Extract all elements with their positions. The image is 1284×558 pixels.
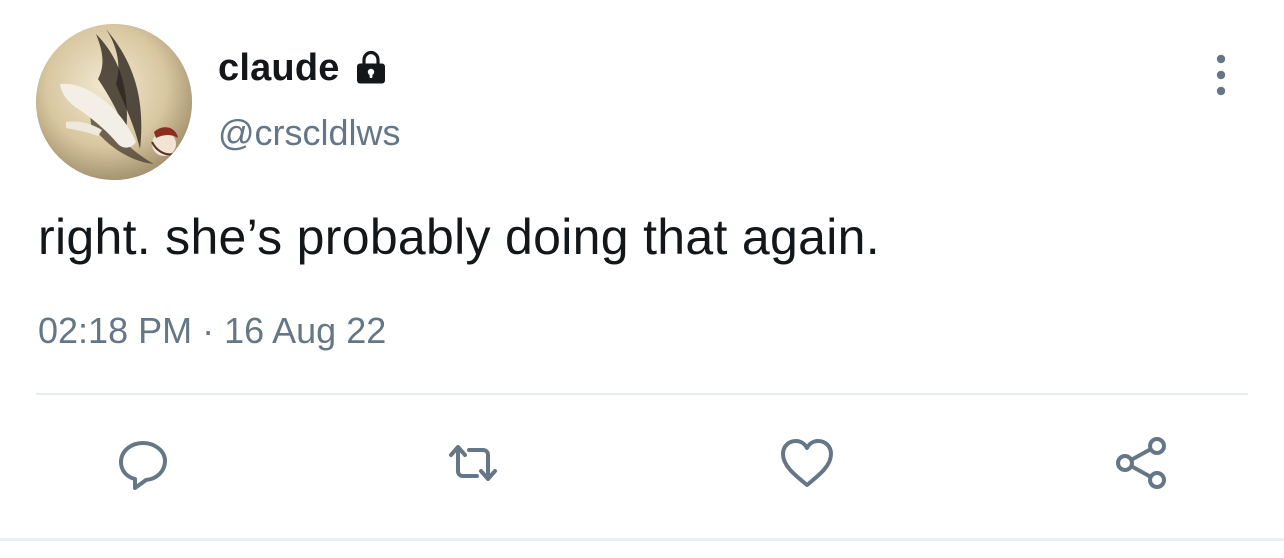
meta-separator: · xyxy=(192,310,225,351)
more-vertical-icon[interactable] xyxy=(1204,52,1238,98)
avatar-illustration xyxy=(36,24,192,180)
action-bar xyxy=(0,430,1284,500)
user-handle[interactable]: @crscldlws xyxy=(218,112,401,154)
lock-icon xyxy=(352,49,390,87)
share-icon xyxy=(1116,437,1166,489)
tweet-detail: claude @crscldlws right. she’s probably … xyxy=(0,0,1284,558)
retweet-icon xyxy=(449,445,497,481)
tweet-meta: 02:18 PM · 16 Aug 22 xyxy=(38,310,386,352)
retweet-button[interactable] xyxy=(440,430,506,496)
tweet-time[interactable]: 02:18 PM xyxy=(38,310,192,351)
like-button[interactable] xyxy=(774,430,840,496)
display-name-row: claude xyxy=(218,44,390,92)
avatar[interactable] xyxy=(36,24,192,180)
share-button[interactable] xyxy=(1108,430,1174,496)
reply-icon xyxy=(119,441,167,490)
bottom-divider xyxy=(0,538,1284,541)
heart-icon xyxy=(781,439,833,487)
divider xyxy=(36,393,1248,395)
reply-button[interactable] xyxy=(110,430,176,496)
tweet-date[interactable]: 16 Aug 22 xyxy=(224,310,386,351)
display-name[interactable]: claude xyxy=(218,47,340,90)
tweet-text: right. she’s probably doing that again. xyxy=(38,209,880,265)
